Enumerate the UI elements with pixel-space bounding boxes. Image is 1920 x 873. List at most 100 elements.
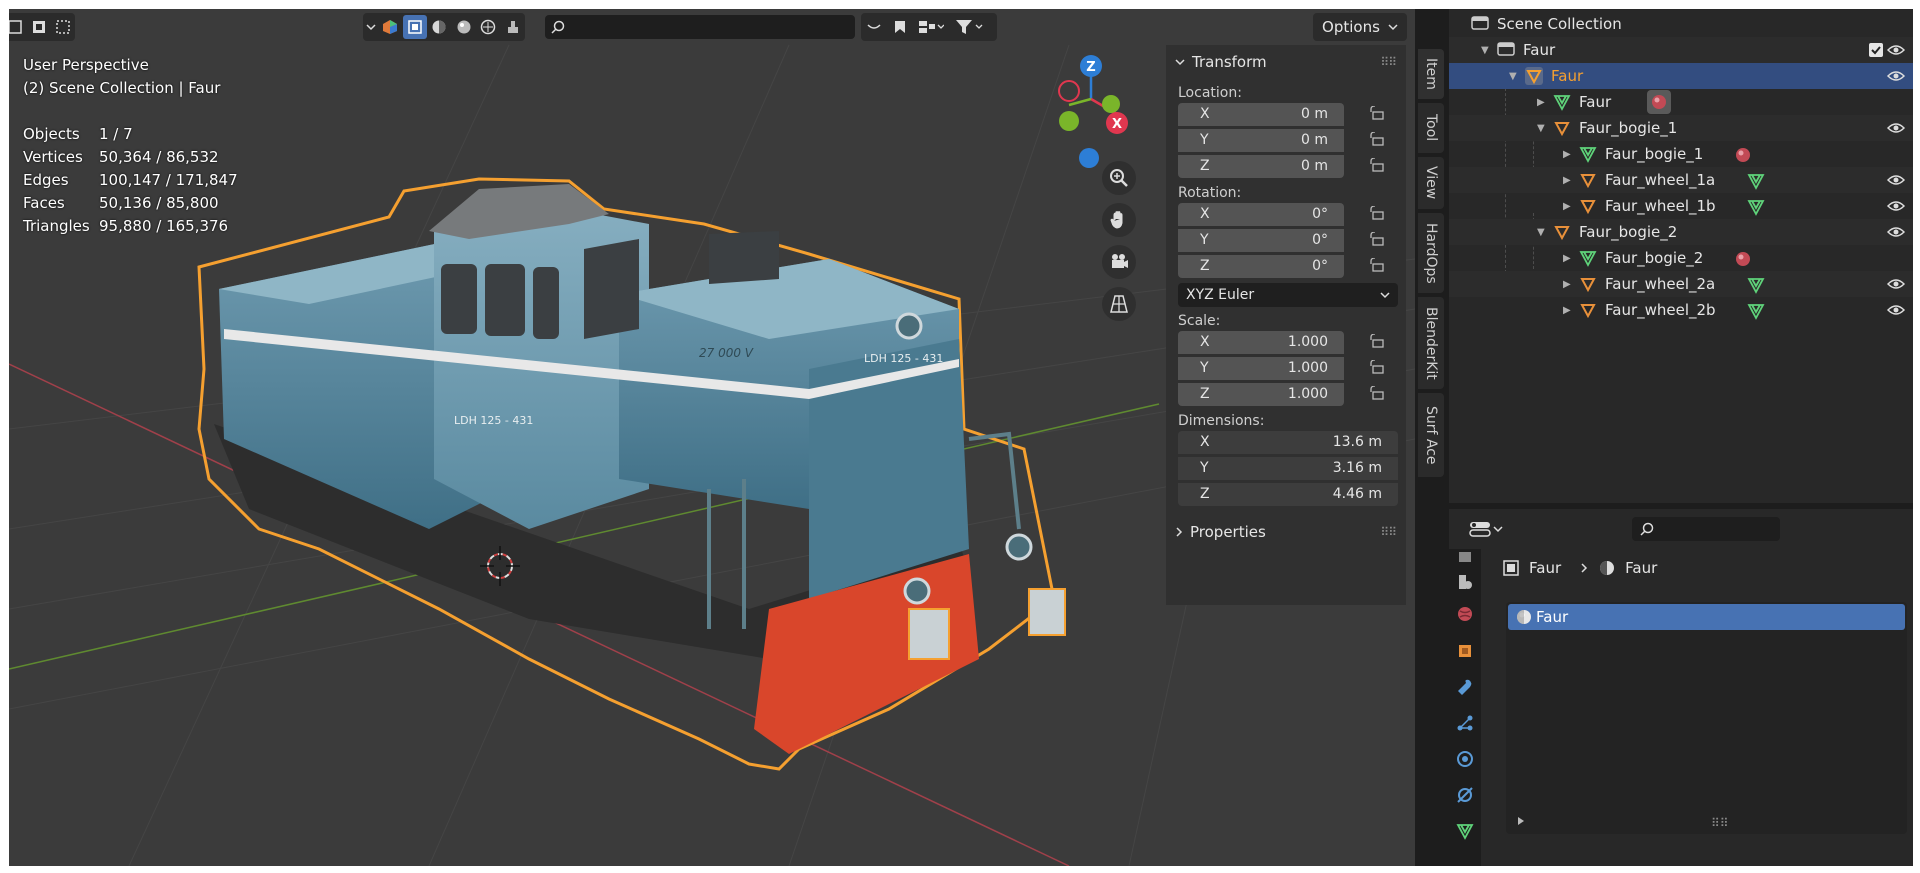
expand-arrow-icon[interactable]: ▶ xyxy=(1563,201,1571,212)
dimensions-z-field[interactable]: Z 4.46 m xyxy=(1178,482,1398,506)
expand-arrow-icon[interactable]: ▶ xyxy=(1563,279,1571,290)
rotation-x-field[interactable]: X 0° xyxy=(1178,202,1344,226)
solid-shading-icon[interactable] xyxy=(427,15,451,39)
eye-icon[interactable] xyxy=(1887,174,1905,186)
expand-arrow-icon[interactable]: ▶ xyxy=(1563,149,1571,160)
outliner-row[interactable]: ▶ Faur_bogie_1 xyxy=(1449,141,1913,167)
render-properties-icon[interactable] xyxy=(1456,573,1474,591)
expand-arrow-icon[interactable]: ▼ xyxy=(1537,227,1545,238)
particles-icon[interactable] xyxy=(1456,714,1474,732)
physics-icon[interactable] xyxy=(1456,750,1474,768)
rendered-shading-icon[interactable] xyxy=(476,15,500,39)
modifier-wrench-icon[interactable] xyxy=(1456,678,1474,696)
lock-icon[interactable] xyxy=(1368,386,1384,400)
editor-type-button[interactable] xyxy=(1469,517,1505,541)
expand-arrow-icon[interactable]: ▶ xyxy=(1563,175,1571,186)
tab-blenderkit[interactable]: BlenderKit xyxy=(1418,297,1444,389)
tab-hardops[interactable]: HardOps xyxy=(1418,213,1444,293)
bookmark-icon[interactable] xyxy=(887,15,913,39)
eye-icon[interactable] xyxy=(1887,200,1905,212)
rotation-mode-select[interactable]: XYZ Euler xyxy=(1178,283,1398,307)
outliner-row[interactable]: ▶ Faur_wheel_1a xyxy=(1449,167,1913,193)
rotation-y-field[interactable]: Y 0° xyxy=(1178,228,1344,252)
mesh-data-icon[interactable] xyxy=(1456,822,1474,840)
lock-icon[interactable] xyxy=(1368,360,1384,374)
transform-panel-header[interactable]: Transform ⠿⠿ xyxy=(1166,45,1406,79)
chevron-down-icon[interactable] xyxy=(363,15,378,39)
scale-x-field[interactable]: X 1.000 xyxy=(1178,330,1344,354)
filter-icon[interactable] xyxy=(949,15,989,39)
drag-handle-icon[interactable]: ⠿⠿ xyxy=(1380,55,1397,69)
visibility-dropdown-icon[interactable] xyxy=(861,15,887,39)
overlay-color-icon[interactable] xyxy=(378,15,402,39)
location-x-row: X0 m xyxy=(1166,101,1406,127)
perspective-grid-icon[interactable] xyxy=(1102,287,1136,321)
tab-tool[interactable]: Tool xyxy=(1418,103,1444,153)
world-properties-icon[interactable] xyxy=(1456,605,1474,623)
lock-icon[interactable] xyxy=(1368,106,1384,120)
drag-handle-icon[interactable]: ⠿⠿ xyxy=(1380,525,1397,539)
outliner-row[interactable]: ▶ Faur_wheel_2a xyxy=(1449,271,1913,297)
properties-panel-header[interactable]: Properties ⠿⠿ xyxy=(1166,515,1406,549)
lock-icon[interactable] xyxy=(1368,258,1384,272)
scale-z-field[interactable]: Z 1.000 xyxy=(1178,382,1344,406)
object-select-icon[interactable] xyxy=(402,15,428,39)
resize-handle-icon[interactable]: ⠿⠿ xyxy=(1711,816,1729,830)
outliner-row[interactable]: ▶ Faur_bogie_2 xyxy=(1449,245,1913,271)
eye-icon[interactable] xyxy=(1887,44,1905,56)
rotation-z-field[interactable]: Z 0° xyxy=(1178,254,1344,278)
eye-icon[interactable] xyxy=(1887,122,1905,134)
tab-item[interactable]: Item xyxy=(1418,49,1444,99)
material-slot-item[interactable]: Faur xyxy=(1508,604,1905,630)
expand-arrow-icon[interactable]: ▶ xyxy=(1537,97,1545,108)
pan-hand-icon[interactable] xyxy=(1102,203,1136,237)
material-slot-list[interactable]: Faur ⠿⠿ xyxy=(1506,602,1907,834)
expand-arrow-icon[interactable]: ▶ xyxy=(1563,305,1571,316)
outliner-row[interactable]: ▼ Faur_bogie_1 xyxy=(1449,115,1913,141)
expand-arrow-icon[interactable]: ▶ xyxy=(1563,253,1571,264)
eye-icon[interactable] xyxy=(1887,278,1905,290)
lock-icon[interactable] xyxy=(1368,206,1384,220)
expand-arrow-icon[interactable]: ▼ xyxy=(1537,123,1545,134)
outliner-row[interactable]: ▶ Faur_wheel_1b xyxy=(1449,193,1913,219)
select-extend-icon[interactable] xyxy=(27,15,51,39)
expand-arrow-icon[interactable]: ▼ xyxy=(1481,45,1489,56)
zoom-icon[interactable] xyxy=(1102,161,1136,195)
expand-arrow-icon[interactable]: ▼ xyxy=(1509,71,1517,82)
location-y-field[interactable]: Y0 m xyxy=(1178,128,1344,152)
material-preview-icon[interactable] xyxy=(452,15,476,39)
eye-icon[interactable] xyxy=(1887,70,1905,82)
outliner-row[interactable]: ▶ Faur xyxy=(1449,89,1913,115)
lock-icon[interactable] xyxy=(1368,132,1384,146)
location-z-field[interactable]: Z0 m xyxy=(1178,154,1344,178)
outliner-row[interactable]: ▼ Faur_bogie_2 xyxy=(1449,219,1913,245)
tab-view[interactable]: View xyxy=(1418,157,1444,209)
outliner-row[interactable]: ▶ Faur_wheel_2b xyxy=(1449,297,1913,323)
dimensions-y-field[interactable]: Y 3.16 m xyxy=(1178,456,1398,480)
lock-icon[interactable] xyxy=(1368,232,1384,246)
shading-options-icon[interactable] xyxy=(500,15,524,39)
location-x-field[interactable]: X0 m xyxy=(1178,102,1344,126)
view-layout-icon[interactable] xyxy=(913,15,949,39)
object-properties-icon[interactable] xyxy=(1456,642,1474,660)
select-box-icon[interactable] xyxy=(9,15,27,39)
dimensions-x-field[interactable]: X 13.6 m xyxy=(1178,430,1398,454)
viewport-search-input[interactable] xyxy=(545,15,855,39)
tool-settings-icon[interactable] xyxy=(1456,549,1474,567)
lock-icon[interactable] xyxy=(1368,158,1384,172)
scale-y-field[interactable]: Y 1.000 xyxy=(1178,356,1344,380)
options-button[interactable]: Options xyxy=(1313,13,1407,41)
outliner-row[interactable]: ▼ Faur xyxy=(1449,37,1913,63)
constraints-icon[interactable] xyxy=(1456,786,1474,804)
tab-surf-ace[interactable]: Surf Ace xyxy=(1418,393,1444,477)
properties-search-input[interactable] xyxy=(1632,517,1780,541)
checkbox-icon[interactable] xyxy=(1869,43,1883,57)
select-subtract-icon[interactable] xyxy=(51,15,75,39)
eye-icon[interactable] xyxy=(1887,304,1905,316)
expand-arrow-icon[interactable] xyxy=(1516,816,1526,826)
lock-icon[interactable] xyxy=(1368,334,1384,348)
eye-icon[interactable] xyxy=(1887,226,1905,238)
outliner-row-selected[interactable]: ▼ Faur xyxy=(1449,63,1913,89)
outliner-root[interactable]: Scene Collection xyxy=(1449,11,1913,37)
camera-view-icon[interactable] xyxy=(1102,245,1136,279)
